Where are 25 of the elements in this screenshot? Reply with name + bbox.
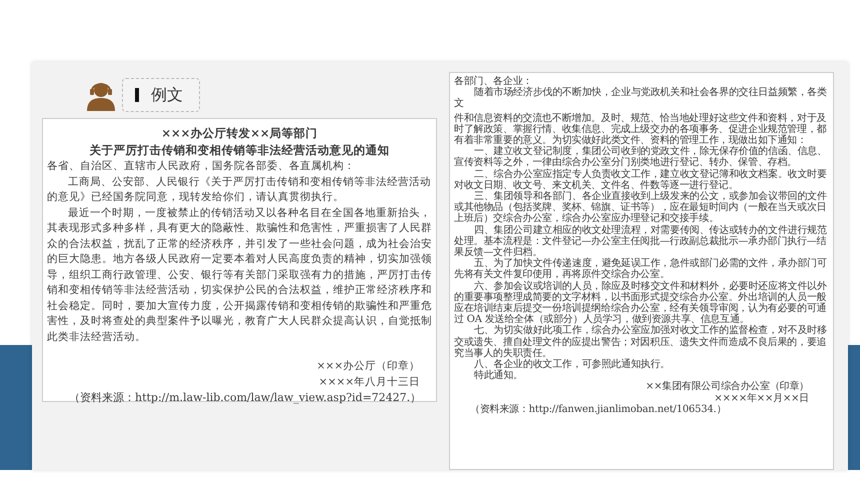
document-title: 关于严厉打击传销和变相传销等非法经营活动意见的通知 xyxy=(88,142,390,159)
section-title: 例文 xyxy=(151,84,183,106)
paragraph: 随着市场经济步伐的不断加快，企业与党政机关和社会各界的交往日益频繁，各类文 xyxy=(454,87,828,110)
source-note: （资料来源：http://fanwen.jianlimoban.net/106534.） xyxy=(469,404,728,416)
document-title: ×××办公厅转发××局等部门 xyxy=(160,125,319,142)
paragraph: 五、为了加快文件传递速度，避免延误工作，急件或部门必需的文件，承办部门可先将有关文件复印使用，再将原件交综合办公室。 xyxy=(454,258,828,280)
signature-line: ××××年八月十三日 xyxy=(318,374,420,390)
paragraph: 件和信息资料的交流也不断增加。及时、规范、恰当地处理好这些文件和资料，对于及时了解政策、掌握行情、收集信息、完成上级交办的各项事务、促进企业规范管理，都有着非常重要的意义。为切实做好此类文件、资料的管理工作，现做出如下通知： xyxy=(454,112,828,146)
source-note: （资料来源：http://m.law-lib.com/law/law_view.asp?id=72427.） xyxy=(68,390,422,406)
paragraph: 三、集团领导和各部门、各企业直接收到上级发来的公文，或参加会议带回的文件或其他物品（包括奖牌、奖杯、锦旗、证书等），应在最短时间内（一般在当天或次日上班后）交综合办公室，综合办公室应办理登记和交接手续。 xyxy=(454,191,828,224)
paragraph: 特此通知。 xyxy=(473,370,524,382)
paragraph: 二、综合办公室应指定专人负责收文工作，建立收文登记簿和收文档案。收文时要对收文日期、收文号、来文机关、文件名、件数等逐一进行登记。 xyxy=(454,168,828,191)
paragraph: 八、各企业的收文工作，可参照此通知执行。 xyxy=(473,359,672,370)
paragraph: 六、参加会议或培训的人员，除应及时移交文件和材料外，必要时还应将文件以外的重要事项整理成简要的文字材料，以书面形式提交综合办公室。外出培训的人员一般应在培训结束后提交一份培训提纲给综合办公室，经有关领导审阅，认为有必要的可通过 OA 发送给全体（或部分）人员学习，做到资源共享、信息互通。 xyxy=(454,280,828,326)
salutation: 各部门、各企业： xyxy=(454,76,532,87)
signature-line: ××集团有限公司综合办公室（印章） xyxy=(644,381,809,393)
paragraph: 四、集团公司建立相应的收文处理流程，对需要传阅、传达或转办的文件进行规范处理。基本流程是：文件登记—办公室主任阅批—行政副总裁批示—承办部门执行—结果反馈—文件归档。 xyxy=(454,224,828,258)
signature-line: ×××办公厅（印章） xyxy=(316,359,420,374)
paragraph: 七、为切实做好此项工作，综合办公室应加强对收文工作的监督检查，对不及时移交或遗失、擅自处理文件的应提出警告；对因积压、遗失文件而造成不良后果的，要追究当事人的失职责任。 xyxy=(454,325,828,359)
signature-line: ××××年××月××日 xyxy=(713,392,809,404)
salutation: 各省、自治区、直辖市人民政府，国务院各部委、各直属机构： xyxy=(47,159,356,174)
accent-bar xyxy=(135,88,139,102)
paragraph: 工商局、公安部、人民银行《关于严厉打击传销和变相传销等非法经营活动的意见》已经国务院同意，现转发给你们，请认真贯彻执行。 xyxy=(47,174,432,205)
paragraph: 一、建立收文登记制度，集团公司收到的党政文件，除无保存价值的信函、信息、宣传资料等之外，一律由综合办公室分门别类地进行登记、转办、保管、存档。 xyxy=(454,146,828,168)
paragraph: 最近一个时期，一度被禁止的传销活动又以各种名目在全国各地重新抬头，其表现形式多种多样，具有更大的隐蔽性、欺骗性和危害性，严重损害了人民群众的合法权益，扰乱了正常的经济秩序，并引发了一些社会问题，成为社会治安的巨大隐患。地方各级人民政府一定要本着对人民高度负责的精神，切实加强领导，组织工商行政管理、公安、银行等有关部门采取强有力的措施，严厉打击传销和变相传销等非法经营活动，切实保护公民的合法权益，维护正常经济秩序和社会稳定。同时，要加大宣传力度，公开揭露传销和变相传销的欺骗性和严重危害性，及时将查处的典型案件予以曝光，教育广大人民群众提高认识，自觉抵制此类非法经营活动。 xyxy=(47,206,432,344)
